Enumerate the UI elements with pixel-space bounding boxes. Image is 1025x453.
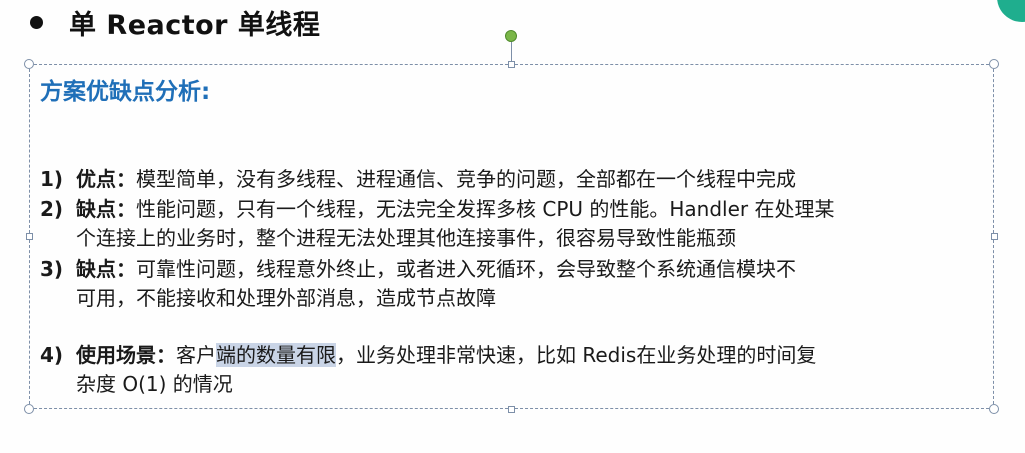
list-item[interactable]: 2) 缺点：性能问题，只有一个线程，无法完全发挥多核 CPU 的性能。Handle… (40, 195, 975, 253)
item-label: 缺点： (76, 257, 136, 281)
section-heading[interactable]: 方案优缺点分析: (40, 72, 210, 106)
item-text: 性能问题，只有一个线程，无法完全发挥多核 CPU 的性能。Handler 在处理… (136, 197, 835, 221)
item-text-pre: 客户 (176, 343, 216, 367)
item-label: 缺点： (76, 197, 136, 221)
slide: 单 Reactor 单线程 方案优缺点分析: 1) 优点：模型简单，没有多线程、进… (0, 0, 1025, 453)
list-item[interactable]: 3) 缺点：可靠性问题，线程意外终止，或者进入死循环，会导致整个系统通信模块不 可… (40, 255, 975, 313)
resize-handle-top[interactable] (508, 61, 515, 68)
resize-handle-top-right[interactable] (989, 59, 999, 69)
item-label: 优点： (76, 167, 136, 191)
item-text-post: ，业务处理非常快速，比如 Redis在业务处理的时间复 (336, 343, 817, 367)
slide-title[interactable]: 单 Reactor 单线程 (69, 3, 320, 42)
resize-handle-left[interactable] (26, 233, 33, 240)
resize-handle-bottom-left[interactable] (24, 404, 34, 414)
item-number: 2) (40, 197, 64, 221)
item-text-continued: 可用，不能接收和处理外部消息，造成节点故障 (76, 286, 496, 310)
list-item[interactable]: 4) 使用场景：客户端的数量有限，业务处理非常快速，比如 Redis在业务处理的时… (40, 341, 975, 399)
item-number: 3) (40, 257, 64, 281)
list-item[interactable]: 1) 优点：模型简单，没有多线程、进程通信、竞争的问题，全部都在一个线程中完成 (40, 165, 975, 194)
resize-handle-right[interactable] (991, 233, 998, 240)
resize-handle-bottom-right[interactable] (989, 404, 999, 414)
item-label: 使用场景： (76, 343, 176, 367)
rotate-handle[interactable] (505, 30, 517, 42)
item-text-continued: 个连接上的业务时，整个进程无法处理其他连接事件，很容易导致性能瓶颈 (76, 226, 736, 250)
resize-handle-top-left[interactable] (24, 59, 34, 69)
item-text-continued: 杂度 O(1) 的情况 (76, 372, 233, 396)
selected-text[interactable]: 端的数量有限 (216, 343, 336, 367)
item-text: 可靠性问题，线程意外终止，或者进入死循环，会导致整个系统通信模块不 (136, 257, 796, 281)
bullet-icon (30, 15, 43, 29)
corner-decoration (997, 0, 1025, 22)
resize-handle-bottom[interactable] (508, 406, 515, 413)
item-text: 模型简单，没有多线程、进程通信、竞争的问题，全部都在一个线程中完成 (136, 167, 796, 191)
item-number: 4) (40, 343, 64, 367)
title-row: 单 Reactor 单线程 (30, 2, 320, 42)
item-number: 1) (40, 167, 64, 191)
